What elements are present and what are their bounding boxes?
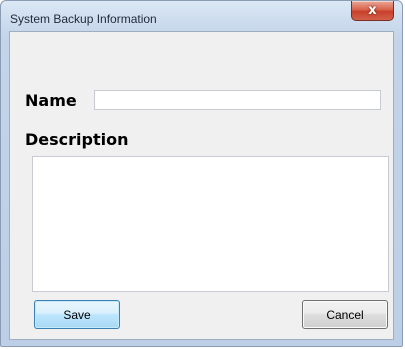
title-bar[interactable]: System Backup Information x <box>1 1 402 31</box>
name-label: Name <box>25 91 77 110</box>
dialog-body: Name Description Save Cancel <box>9 31 394 340</box>
save-button[interactable]: Save <box>34 300 120 329</box>
name-input[interactable] <box>94 90 381 110</box>
dialog-window: System Backup Information x Name Descrip… <box>0 0 403 347</box>
close-button[interactable]: x <box>351 1 394 21</box>
window-title: System Backup Information <box>10 12 157 26</box>
cancel-button[interactable]: Cancel <box>302 300 388 329</box>
close-icon: x <box>368 3 377 18</box>
description-textarea[interactable] <box>32 156 389 292</box>
description-label: Description <box>25 130 129 149</box>
